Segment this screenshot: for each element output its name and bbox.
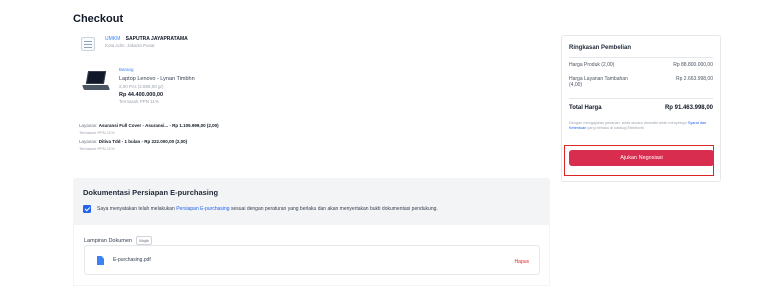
attachment-area: Lampiran Dokumen Wajib E-purchasing.pdf … [73, 225, 550, 286]
statement-text: Saya menyatakan telah melakukan Persiapa… [97, 206, 438, 212]
order-card: UMKM SAPUTRA JAYAPRATAMA Kota Adm. Jakar… [73, 33, 551, 163]
file-icon [97, 256, 104, 265]
terms-note: Dengan mengajukan pesanan, anda secara o… [569, 121, 707, 130]
page-title: Checkout [73, 13, 124, 25]
summary-service-row: Harga Layanan Tambahan (4,00) Rp 2.663.9… [569, 76, 713, 88]
seller-location: Kota Adm. Jakarta Pusat [105, 43, 155, 48]
summary-title: Ringkasan Pembelian [569, 45, 632, 51]
submit-negotiation-button[interactable]: Ajukan Negosiasi [569, 150, 714, 166]
product-price: Rp 44.400.000,00 [119, 91, 164, 98]
summary-divider [569, 98, 713, 99]
service-tax-note: Termasuk PPN 11% [79, 130, 115, 135]
store-icon [81, 37, 95, 51]
summary-total-row: Total Harga Rp 91.463.998,00 [569, 105, 713, 111]
file-item: E-purchasing.pdf Hapus [84, 245, 540, 275]
required-badge: Wajib [136, 236, 152, 245]
product-name: Laptop Lenovo - Lynan Timbhn [119, 75, 195, 82]
product-tax-note: Termasuk PPN 11% [119, 99, 159, 104]
product-row: Barang Laptop Lenovo - Lynan Timbhn 2,00… [81, 65, 195, 105]
delete-file-button[interactable]: Hapus [515, 259, 529, 265]
statement-row: Saya menyatakan telah melakukan Persiapa… [83, 205, 438, 213]
product-quantity: 2,00 Pcs (2.888,00 gr) [119, 84, 164, 89]
documentation-panel: Dokumentasi Persiapan E-purchasing Saya … [73, 178, 550, 286]
summary-divider [569, 57, 713, 58]
seller-name[interactable]: SAPUTRA JAYAPRATAMA [126, 36, 188, 42]
seller-row: UMKM SAPUTRA JAYAPRATAMA Kota Adm. Jakar… [81, 37, 188, 51]
product-type-tag: Barang [119, 67, 134, 72]
laptop-image [81, 71, 111, 97]
service-line: Layanan: Asuransi Full Cover - Asuransi.… [79, 123, 219, 128]
epurchasing-link[interactable]: Persiapan E-purchasing [176, 206, 229, 212]
attachment-label: Lampiran Dokumen [84, 237, 132, 244]
summary-product-row: Harga Produk (2,00) Rp 88.800.000,00 [569, 62, 713, 68]
statement-checkbox[interactable] [83, 205, 91, 213]
documentation-title: Dokumentasi Persiapan E-purchasing [83, 188, 219, 197]
service-line: Layanan: Ditiva Tdd - 1 bulan - Rp 222.0… [79, 139, 188, 144]
service-tax-note: Termasuk PPN 11% [79, 146, 115, 151]
file-name[interactable]: E-purchasing.pdf [113, 257, 151, 263]
umkm-badge: UMKM [105, 36, 121, 42]
